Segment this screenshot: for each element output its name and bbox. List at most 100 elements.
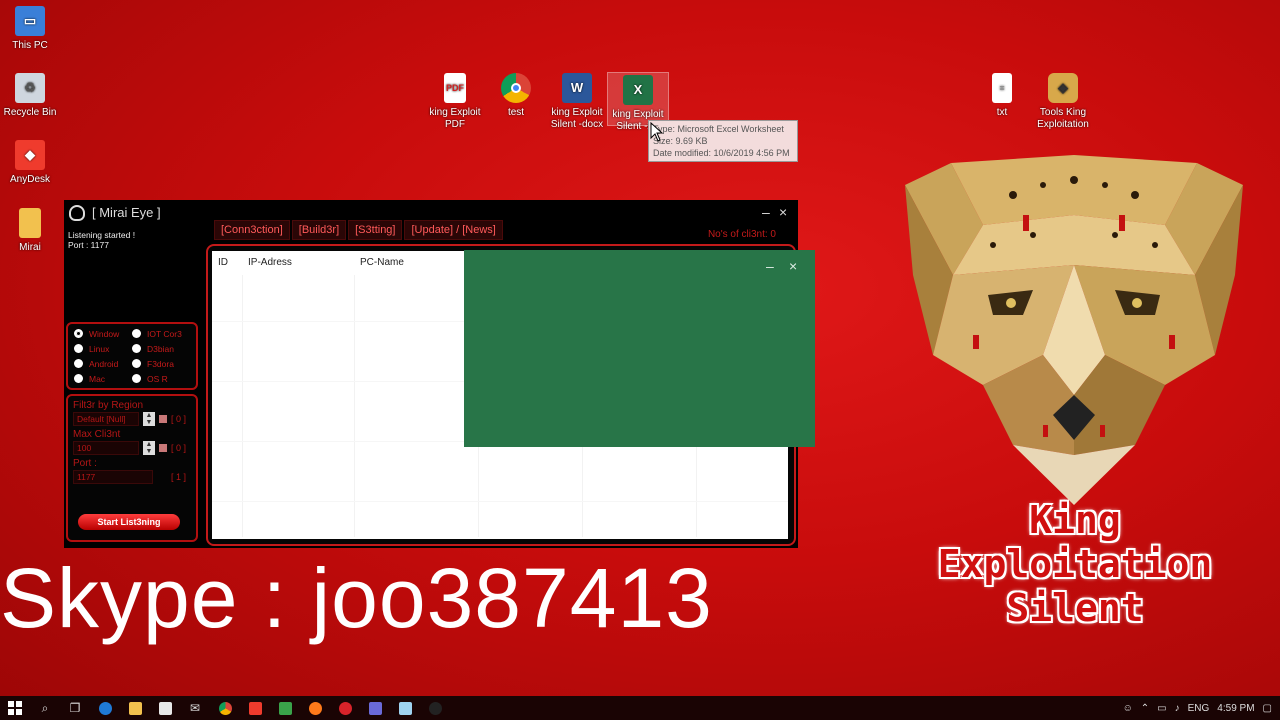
system-tray: ☺ ⌃ ▭ ♪ ENG 4:59 PM ▢ [1123, 696, 1280, 720]
tab-bar: [Conn3ction] [Build3r] [S3tting] [Update… [214, 220, 503, 240]
opera-icon[interactable] [330, 696, 360, 720]
desktop-icon-mirai[interactable]: Mirai [0, 208, 62, 254]
os-option-fedora[interactable]: F3dora [132, 358, 190, 369]
task-view-icon[interactable]: ❐ [60, 696, 90, 720]
recycle-bin-icon: ♻ [15, 73, 45, 103]
volume-icon[interactable]: ♪ [1175, 703, 1180, 714]
desktop-icon-tools-king-exploitation[interactable]: ◈ Tools King Exploitation [1031, 73, 1095, 131]
tab-builder[interactable]: [Build3r] [291, 220, 347, 240]
filter-region-indicator [159, 415, 167, 423]
skype-contact-text: Skype : joo387413 [0, 551, 713, 645]
notification-icon[interactable]: ▢ [1263, 703, 1272, 714]
overlay-close-button[interactable]: × [789, 258, 797, 274]
app-title: [ Mirai Eye ] [92, 205, 161, 220]
app-taskbar-icon[interactable] [270, 696, 300, 720]
desktop-icon-label: Tools King Exploitation [1037, 107, 1089, 130]
os-option-iot-core[interactable]: IOT Cor3 [132, 328, 190, 339]
brand-line-2: Exploitation [937, 542, 1213, 586]
os-option-debian[interactable]: D3bian [132, 343, 190, 354]
clients-count: No's of cli3nt: 0 [707, 229, 776, 240]
column-header-id[interactable]: ID [212, 251, 228, 273]
radio-icon [132, 359, 141, 368]
column-divider [354, 275, 355, 537]
text-file-icon: ≡ [992, 73, 1012, 103]
desktop-icon-recycle-bin[interactable]: ♻ Recycle Bin [0, 73, 62, 119]
chevron-up-icon[interactable]: ⌃ [1141, 703, 1149, 714]
edge-icon[interactable] [90, 696, 120, 720]
overlay-minimize-button[interactable]: – [766, 258, 774, 274]
close-button[interactable]: × [779, 204, 787, 220]
filter-region-field[interactable]: Default [Null] [73, 412, 139, 426]
desktop-icon-label: txt [996, 107, 1008, 118]
os-option-linux[interactable]: Linux [74, 343, 132, 354]
max-client-indicator [159, 444, 167, 452]
status-port: Port : 1177 [68, 240, 109, 250]
start-listening-button[interactable]: Start List3ning [78, 514, 180, 530]
search-icon[interactable]: ⌕ [30, 696, 60, 720]
desktop-icon-king-exploit-docx[interactable]: W king Exploit Silent -docx [545, 73, 609, 131]
file-explorer-icon[interactable] [120, 696, 150, 720]
excel-splash-window[interactable]: – × [464, 250, 815, 447]
os-option-window[interactable]: Window [74, 328, 132, 339]
mirai-taskbar-icon[interactable] [420, 696, 450, 720]
max-client-spinner[interactable]: ▲ ▼ [143, 441, 155, 455]
desktop-icon-label: This PC [12, 40, 48, 51]
brand-logo-text: King Exploitation Silent [900, 498, 1250, 630]
os-option-os-r[interactable]: OS R [132, 373, 190, 384]
desktop-icon-this-pc[interactable]: ▭ This PC [0, 6, 62, 52]
tool-taskbar-icon[interactable] [360, 696, 390, 720]
file-tooltip: Type: Microsoft Excel Worksheet Size: 9.… [648, 120, 798, 162]
excel-icon: X [623, 75, 653, 105]
firefox-icon[interactable] [300, 696, 330, 720]
radio-icon [74, 374, 83, 383]
minimize-button[interactable]: – [762, 204, 770, 220]
windows-icon [8, 701, 22, 715]
desktop-icon-test[interactable]: test [484, 73, 548, 119]
connection-settings-group: Filt3r by Region Default [Null] ▲ ▼ [ 0 ]… [66, 394, 198, 542]
tab-update-news[interactable]: [Update] / [News] [404, 220, 503, 240]
chrome-taskbar-icon[interactable] [210, 696, 240, 720]
radio-icon [132, 344, 141, 353]
cheetah-artwork [905, 155, 1243, 505]
desktop-icon-label: AnyDesk [9, 174, 50, 185]
os-option-mac[interactable]: Mac [74, 373, 132, 384]
start-button[interactable] [0, 696, 30, 720]
column-header-ip-address[interactable]: IP-Adress [242, 251, 292, 273]
radio-selected-icon [74, 329, 83, 338]
clock[interactable]: 4:59 PM [1217, 703, 1254, 714]
network-icon[interactable]: ▭ [1157, 703, 1166, 714]
desktop-icon-king-exploit-pdf[interactable]: PDF king Exploit PDF [423, 73, 487, 131]
desktop-icon-label: king Exploit PDF [429, 107, 481, 130]
desktop-icon-label: test [507, 107, 525, 118]
brand-line-1: King [1029, 498, 1121, 542]
language-indicator[interactable]: ENG [1188, 703, 1210, 714]
pdf-icon: PDF [444, 73, 466, 103]
store-icon[interactable] [150, 696, 180, 720]
desktop-icon-anydesk[interactable]: ◆ AnyDesk [0, 140, 62, 186]
mirai-logo-icon [69, 205, 85, 221]
radio-icon [132, 329, 141, 338]
filter-region-spinner[interactable]: ▲ ▼ [143, 412, 155, 426]
desktop-icon-txt[interactable]: ≡ txt [970, 73, 1034, 119]
radio-icon [132, 374, 141, 383]
word-icon: W [562, 73, 592, 103]
tab-setting[interactable]: [S3tting] [348, 220, 403, 240]
radio-icon [74, 359, 83, 368]
brand-line-3: Silent [1006, 586, 1144, 630]
os-option-android[interactable]: Android [74, 358, 132, 369]
filter-region-label: Filt3r by Region [73, 400, 144, 411]
radio-icon [74, 344, 83, 353]
desktop-icon-label: Mirai [19, 242, 41, 253]
notepad-icon[interactable] [390, 696, 420, 720]
tab-connection[interactable]: [Conn3ction] [214, 220, 290, 240]
desktop-icon-king-exploit-xls[interactable]: X king Exploit Silent -xls [607, 72, 669, 132]
max-client-field[interactable]: 100 [73, 441, 139, 455]
column-header-pc-name[interactable]: PC-Name [354, 251, 404, 273]
mail-icon[interactable]: ✉ [180, 696, 210, 720]
filter-region-count: [ 0 ] [171, 414, 187, 424]
chrome-icon [501, 73, 531, 103]
anydesk-taskbar-icon[interactable] [240, 696, 270, 720]
port-field[interactable]: 1177 [73, 470, 153, 484]
folder-icon [19, 208, 41, 238]
people-icon[interactable]: ☺ [1123, 703, 1133, 714]
